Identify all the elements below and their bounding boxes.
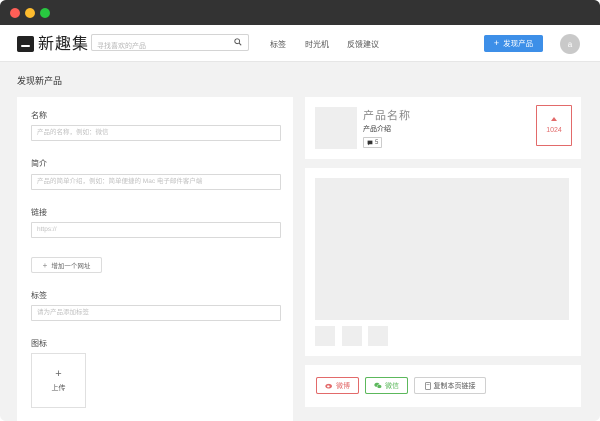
preview-product-name: 产品名称 [363, 110, 411, 122]
copy-icon [424, 381, 431, 390]
vote-count: 1024 [546, 127, 562, 134]
search-icon[interactable] [234, 38, 242, 46]
search-box [91, 34, 249, 54]
close-window-button[interactable] [10, 8, 20, 18]
nav-item-feedback[interactable]: 反馈建议 [347, 39, 379, 50]
intro-input[interactable]: 产品的简单介绍，例如：简单便捷的 Mac 电子邮件客户端 [31, 174, 281, 190]
add-url-label: 增加一个网址 [51, 263, 91, 270]
discover-product-button[interactable]: + 发现产品 [484, 35, 543, 52]
share-panel: 微博 微信 复制本页链接 [305, 365, 581, 407]
gallery-thumbnail[interactable] [368, 326, 388, 346]
add-url-button[interactable]: + 增加一个网址 [31, 257, 102, 273]
name-input[interactable]: 产品的名称，例如：微信 [31, 125, 281, 141]
avatar-letter: a [567, 39, 573, 49]
copy-link-button[interactable]: 复制本页链接 [414, 377, 486, 394]
upload-label: 上传 [51, 384, 66, 392]
search-input[interactable] [92, 39, 227, 54]
screenshot-gallery [305, 168, 581, 356]
upvote-button[interactable]: 1024 [536, 105, 572, 146]
link-input[interactable]: https:// [31, 222, 281, 238]
intro-label: 简介 [31, 159, 47, 168]
share-wechat-label: 微信 [385, 382, 399, 390]
share-weibo-label: 微博 [336, 382, 350, 390]
share-wechat-button[interactable]: 微信 [365, 377, 408, 394]
product-form: 名称 产品的名称，例如：微信 简介 产品的简单介绍，例如：简单便捷的 Mac 电… [17, 97, 293, 421]
name-label: 名称 [31, 111, 47, 120]
plus-icon: + [42, 260, 48, 270]
page-title: 发现新产品 [17, 76, 63, 86]
link-label: 链接 [31, 208, 47, 217]
avatar[interactable]: a [560, 34, 580, 54]
product-thumbnail [315, 107, 357, 149]
wechat-icon [374, 382, 382, 389]
nav-item-time-machine[interactable]: 时光机 [305, 39, 329, 50]
tags-input[interactable]: 请为产品添加标签 [31, 305, 281, 321]
window-titlebar [0, 0, 600, 25]
gallery-main-image [315, 178, 569, 320]
icon-label: 图标 [31, 339, 47, 348]
comment-count-badge[interactable]: 5 [363, 137, 383, 148]
logo-icon [17, 36, 34, 52]
gallery-thumbnail[interactable] [342, 326, 362, 346]
preview-product-intro: 产品介绍 [363, 126, 391, 133]
plus-icon: + [55, 367, 62, 380]
discover-product-label: 发现产品 [503, 39, 534, 48]
share-weibo-button[interactable]: 微博 [316, 377, 359, 394]
weibo-icon [325, 383, 332, 389]
comment-count: 5 [375, 139, 379, 146]
app-window: 新趣集 标签 时光机 反馈建议 + 发现产品 a 发现新产品 名称 产品的名称，… [0, 0, 600, 421]
upvote-arrow-icon [551, 117, 557, 121]
maximize-window-button[interactable] [40, 8, 50, 18]
copy-link-label: 复制本页链接 [433, 382, 476, 390]
comment-icon [367, 140, 373, 145]
logo-text: 新趣集 [38, 34, 90, 53]
nav-item-tags[interactable]: 标签 [270, 39, 286, 50]
product-preview-card: 产品名称 产品介绍 5 1024 [305, 97, 581, 159]
gallery-thumbnail[interactable] [315, 326, 335, 346]
logo[interactable]: 新趣集 [17, 35, 89, 53]
plus-icon: + [493, 38, 500, 48]
tags-label: 标签 [31, 291, 47, 300]
icon-upload-button[interactable]: + 上传 [31, 353, 86, 408]
top-navbar: 新趣集 标签 时光机 反馈建议 + 发现产品 a [0, 25, 600, 62]
minimize-window-button[interactable] [25, 8, 35, 18]
